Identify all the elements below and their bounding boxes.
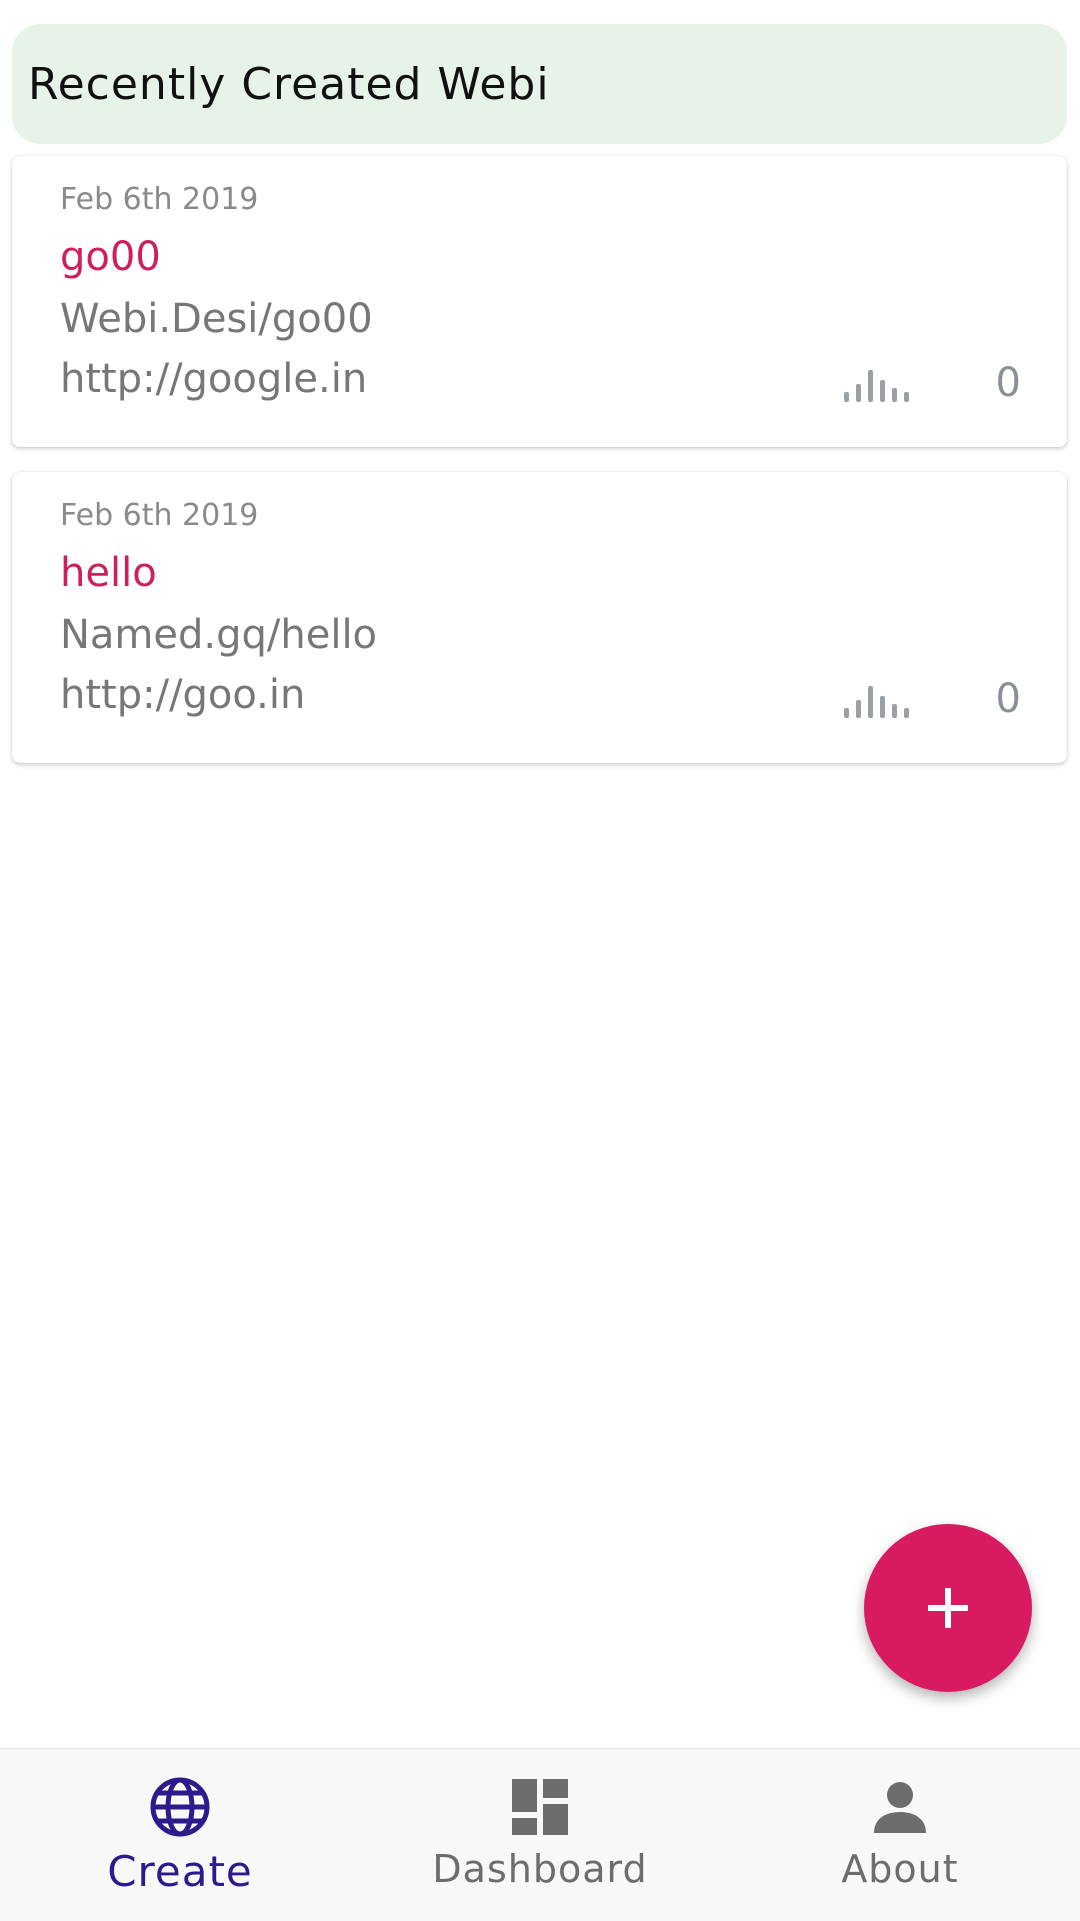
page-title: Recently Created Webi <box>28 58 550 110</box>
globe-icon <box>150 1777 210 1837</box>
link-card[interactable]: Feb 6th 2019 hello Named.gq/hello http:/… <box>12 472 1067 763</box>
person-icon <box>874 1782 926 1833</box>
card-target-url[interactable]: http://google.in <box>60 356 367 402</box>
stats-bars-icon <box>844 686 909 718</box>
stats-bars-icon <box>844 370 909 402</box>
dashboard-icon <box>512 1779 568 1835</box>
card-name: hello <box>60 550 157 596</box>
nav-about[interactable]: About <box>720 1749 1080 1921</box>
bottom-navigation: Create Dashboard About <box>0 1748 1080 1921</box>
link-card[interactable]: Feb 6th 2019 go00 Webi.Desi/go00 http://… <box>12 156 1067 447</box>
recent-header: Recently Created Webi <box>12 24 1067 144</box>
nav-create-label: Create <box>107 1847 253 1896</box>
nav-dashboard-label: Dashboard <box>432 1847 648 1891</box>
card-short-link[interactable]: Named.gq/hello <box>60 612 377 658</box>
card-date: Feb 6th 2019 <box>60 498 259 533</box>
card-name: go00 <box>60 234 161 280</box>
nav-dashboard[interactable]: Dashboard <box>360 1749 720 1921</box>
click-count: 0 <box>995 676 1021 722</box>
nav-create[interactable]: Create <box>0 1749 360 1921</box>
card-short-link[interactable]: Webi.Desi/go00 <box>60 296 373 342</box>
add-link-button[interactable] <box>864 1524 1032 1692</box>
card-target-url[interactable]: http://goo.in <box>60 672 305 718</box>
click-count: 0 <box>995 360 1021 406</box>
nav-about-label: About <box>841 1847 959 1891</box>
card-date: Feb 6th 2019 <box>60 182 259 217</box>
plus-icon <box>928 1588 968 1628</box>
